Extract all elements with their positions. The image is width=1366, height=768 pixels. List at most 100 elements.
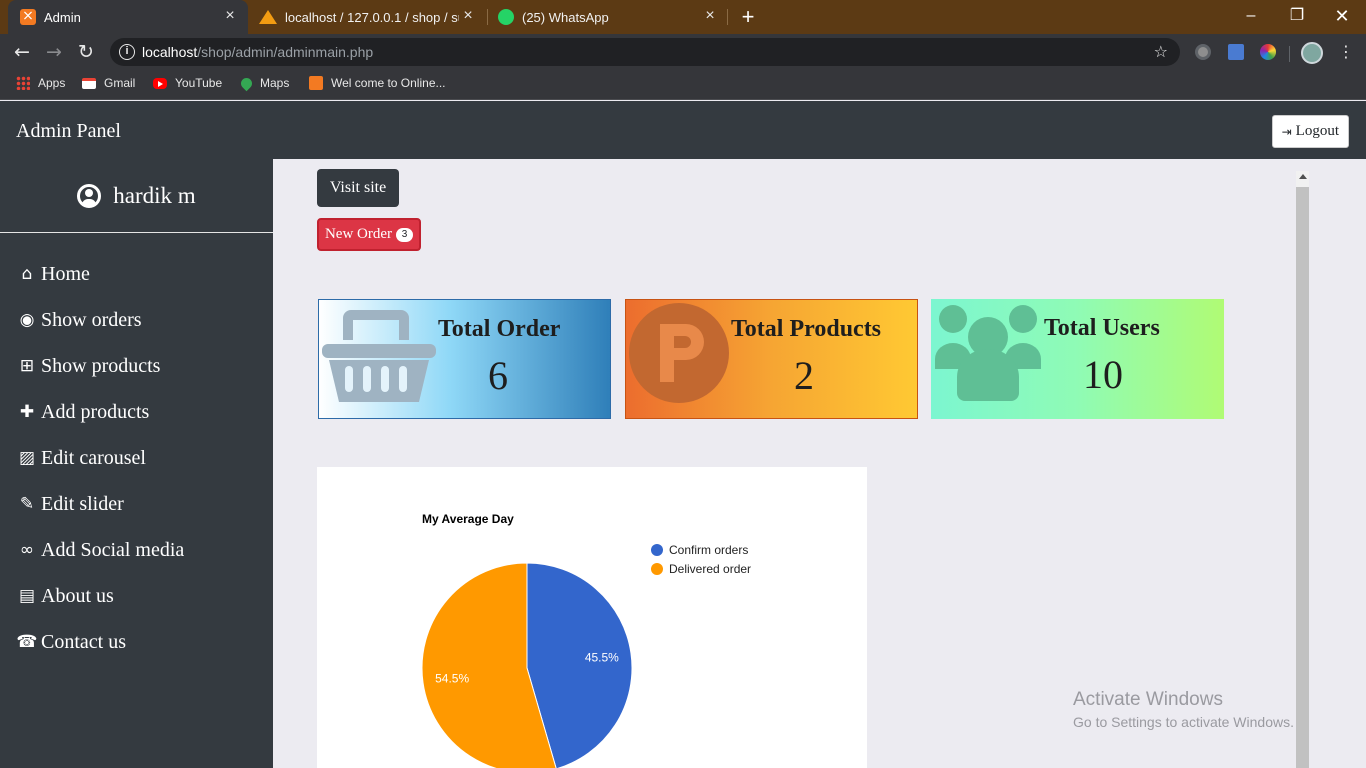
extension-icon[interactable] <box>1195 44 1211 60</box>
new-order-count-badge: 3 <box>396 227 414 242</box>
link-icon: ∞ <box>19 540 35 560</box>
phpmyadmin-icon <box>259 10 277 24</box>
card-title: Total Order <box>438 316 561 342</box>
sidebar-item-label: Show products <box>41 354 161 377</box>
bookmark-apps[interactable]: Apps <box>16 76 65 90</box>
sidebar-item-label: Show orders <box>41 308 142 331</box>
url-host: localhost <box>142 44 198 60</box>
pie-chart-panel: My Average Day Confirm orders Delivered … <box>317 467 867 768</box>
brand-title[interactable]: Admin Panel <box>16 120 121 143</box>
apps-grid-icon <box>16 76 30 90</box>
tab-title: localhost / 127.0.0.1 / shop / sub <box>285 9 459 25</box>
logout-label: Logout <box>1295 123 1339 139</box>
minimize-icon[interactable]: – <box>1236 4 1266 28</box>
bookmark-gmail[interactable]: Gmail <box>82 76 135 90</box>
pie-slice-label: 54.5% <box>435 672 469 686</box>
bookmark-label: Maps <box>260 76 290 90</box>
tab-whatsapp[interactable]: (25) WhatsApp × <box>488 0 728 34</box>
user-profile: hardik m <box>0 159 273 233</box>
toolbar-separator <box>1289 46 1290 62</box>
sidebar-item-about-us[interactable]: ▤ About us <box>0 573 273 619</box>
xampp-icon <box>20 7 36 25</box>
bookmarks-bar: Apps Gmail YouTube Maps Wel come to Onli… <box>0 70 1366 100</box>
sidebar-item-edit-slider[interactable]: ✎ Edit slider <box>0 481 273 527</box>
visit-site-button[interactable]: Visit site <box>317 169 399 207</box>
back-icon[interactable]: ← <box>10 41 34 63</box>
sidebar-item-add-products[interactable]: ✚ Add products <box>0 389 273 435</box>
browser-toolbar: ← → ↻ i localhost/shop/admin/adminmain.p… <box>0 34 1366 70</box>
close-icon[interactable]: × <box>222 8 238 24</box>
window-close-icon[interactable]: ✕ <box>1327 4 1357 28</box>
address-bar[interactable]: i localhost/shop/admin/adminmain.php ☆ <box>110 38 1180 66</box>
maps-icon <box>238 75 255 91</box>
sidebar-item-label: About us <box>41 584 114 607</box>
eye-icon: ◉ <box>19 310 35 330</box>
tab-phpmyadmin[interactable]: localhost / 127.0.0.1 / shop / sub × <box>250 0 486 34</box>
bookmark-label: Gmail <box>104 76 136 90</box>
page-scrollbar[interactable] <box>1296 171 1309 768</box>
bookmark-youtube[interactable]: YouTube <box>153 76 222 90</box>
browser-tab-bar: Admin × localhost / 127.0.0.1 / shop / s… <box>0 0 1366 34</box>
user-circle-icon <box>77 183 102 208</box>
sidebar-item-home[interactable]: ⌂ Home <box>0 251 273 297</box>
bookmark-maps[interactable]: Maps <box>238 75 290 91</box>
bookmark-star-icon[interactable]: ☆ <box>1154 42 1168 61</box>
whatsapp-icon <box>498 9 514 25</box>
tab-separator <box>727 9 728 25</box>
sidebar-item-label: Contact us <box>41 630 126 653</box>
reload-icon[interactable]: ↻ <box>74 41 98 63</box>
sidebar-item-label: Add products <box>41 400 150 423</box>
gmail-icon <box>82 77 96 89</box>
total-order-card[interactable]: Total Order 6 <box>318 299 611 419</box>
info-icon[interactable]: i <box>119 44 135 60</box>
users-icon <box>935 305 1041 401</box>
basket-icon: ⊞ <box>19 356 35 376</box>
sidebar-item-label: Edit slider <box>41 492 124 515</box>
watermark-subtitle: Go to Settings to activate Windows. <box>1073 714 1294 730</box>
total-users-card[interactable]: Total Users 10 <box>931 299 1224 419</box>
sidebar-item-show-products[interactable]: ⊞ Show products <box>0 343 273 389</box>
pie-slice-label: 45.5% <box>585 650 619 664</box>
image-icon: ▨ <box>18 448 36 468</box>
sidebar-item-show-orders[interactable]: ◉ Show orders <box>0 297 273 343</box>
tab-admin[interactable]: Admin × <box>8 0 248 34</box>
menu-kebab-icon[interactable]: ⋮ <box>1338 42 1354 61</box>
basket-icon <box>322 310 436 402</box>
sidebar-item-edit-carousel[interactable]: ▨ Edit carousel <box>0 435 273 481</box>
parking-icon <box>629 303 729 403</box>
address-url[interactable]: localhost/shop/admin/adminmain.php <box>142 44 373 60</box>
restore-icon[interactable]: ❐ <box>1282 4 1312 28</box>
forward-icon[interactable]: → <box>42 41 66 63</box>
total-products-card[interactable]: Total Products 2 <box>625 299 918 419</box>
close-icon[interactable]: × <box>460 8 476 24</box>
id-card-icon: ▤ <box>18 586 36 606</box>
sidebar-item-add-social-media[interactable]: ∞ Add Social media <box>0 527 273 573</box>
scroll-thumb[interactable] <box>1296 187 1309 768</box>
new-tab-button[interactable]: + <box>738 5 758 29</box>
sidebar-item-label: Edit carousel <box>41 446 146 469</box>
new-order-button[interactable]: New Order 3 <box>317 218 421 251</box>
close-icon[interactable]: × <box>702 8 718 24</box>
phone-icon: ☎ <box>16 632 38 652</box>
profile-avatar[interactable] <box>1301 42 1323 64</box>
card-value: 6 <box>488 353 508 398</box>
tab-title: Admin <box>44 9 81 25</box>
activate-windows-watermark: Activate Windows Go to Settings to activ… <box>1073 689 1294 730</box>
tab-title: (25) WhatsApp <box>522 9 609 25</box>
sidebar-item-contact-us[interactable]: ☎ Contact us <box>0 619 273 665</box>
bookmark-label: Wel come to Online... <box>331 76 446 90</box>
card-value: 2 <box>794 353 814 398</box>
edit-icon: ✎ <box>19 494 35 514</box>
sidebar-menu: ⌂ Home ◉ Show orders ⊞ Show products ✚ Add p… <box>0 251 273 665</box>
sign-out-icon: ⇥ <box>1281 124 1292 139</box>
plus-icon: ✚ <box>19 402 35 422</box>
app-header: Admin Panel ⇥ Logout <box>0 101 1366 159</box>
scroll-up-icon[interactable] <box>1299 174 1307 179</box>
bookmark-online[interactable]: Wel come to Online... <box>309 76 446 90</box>
url-path: /shop/admin/adminmain.php <box>197 44 374 60</box>
translate-icon[interactable] <box>1228 44 1244 60</box>
new-order-label: New Order <box>324 226 393 242</box>
color-picker-icon[interactable] <box>1260 44 1276 60</box>
logout-button[interactable]: ⇥ Logout <box>1271 115 1349 148</box>
card-value: 10 <box>1083 352 1123 397</box>
